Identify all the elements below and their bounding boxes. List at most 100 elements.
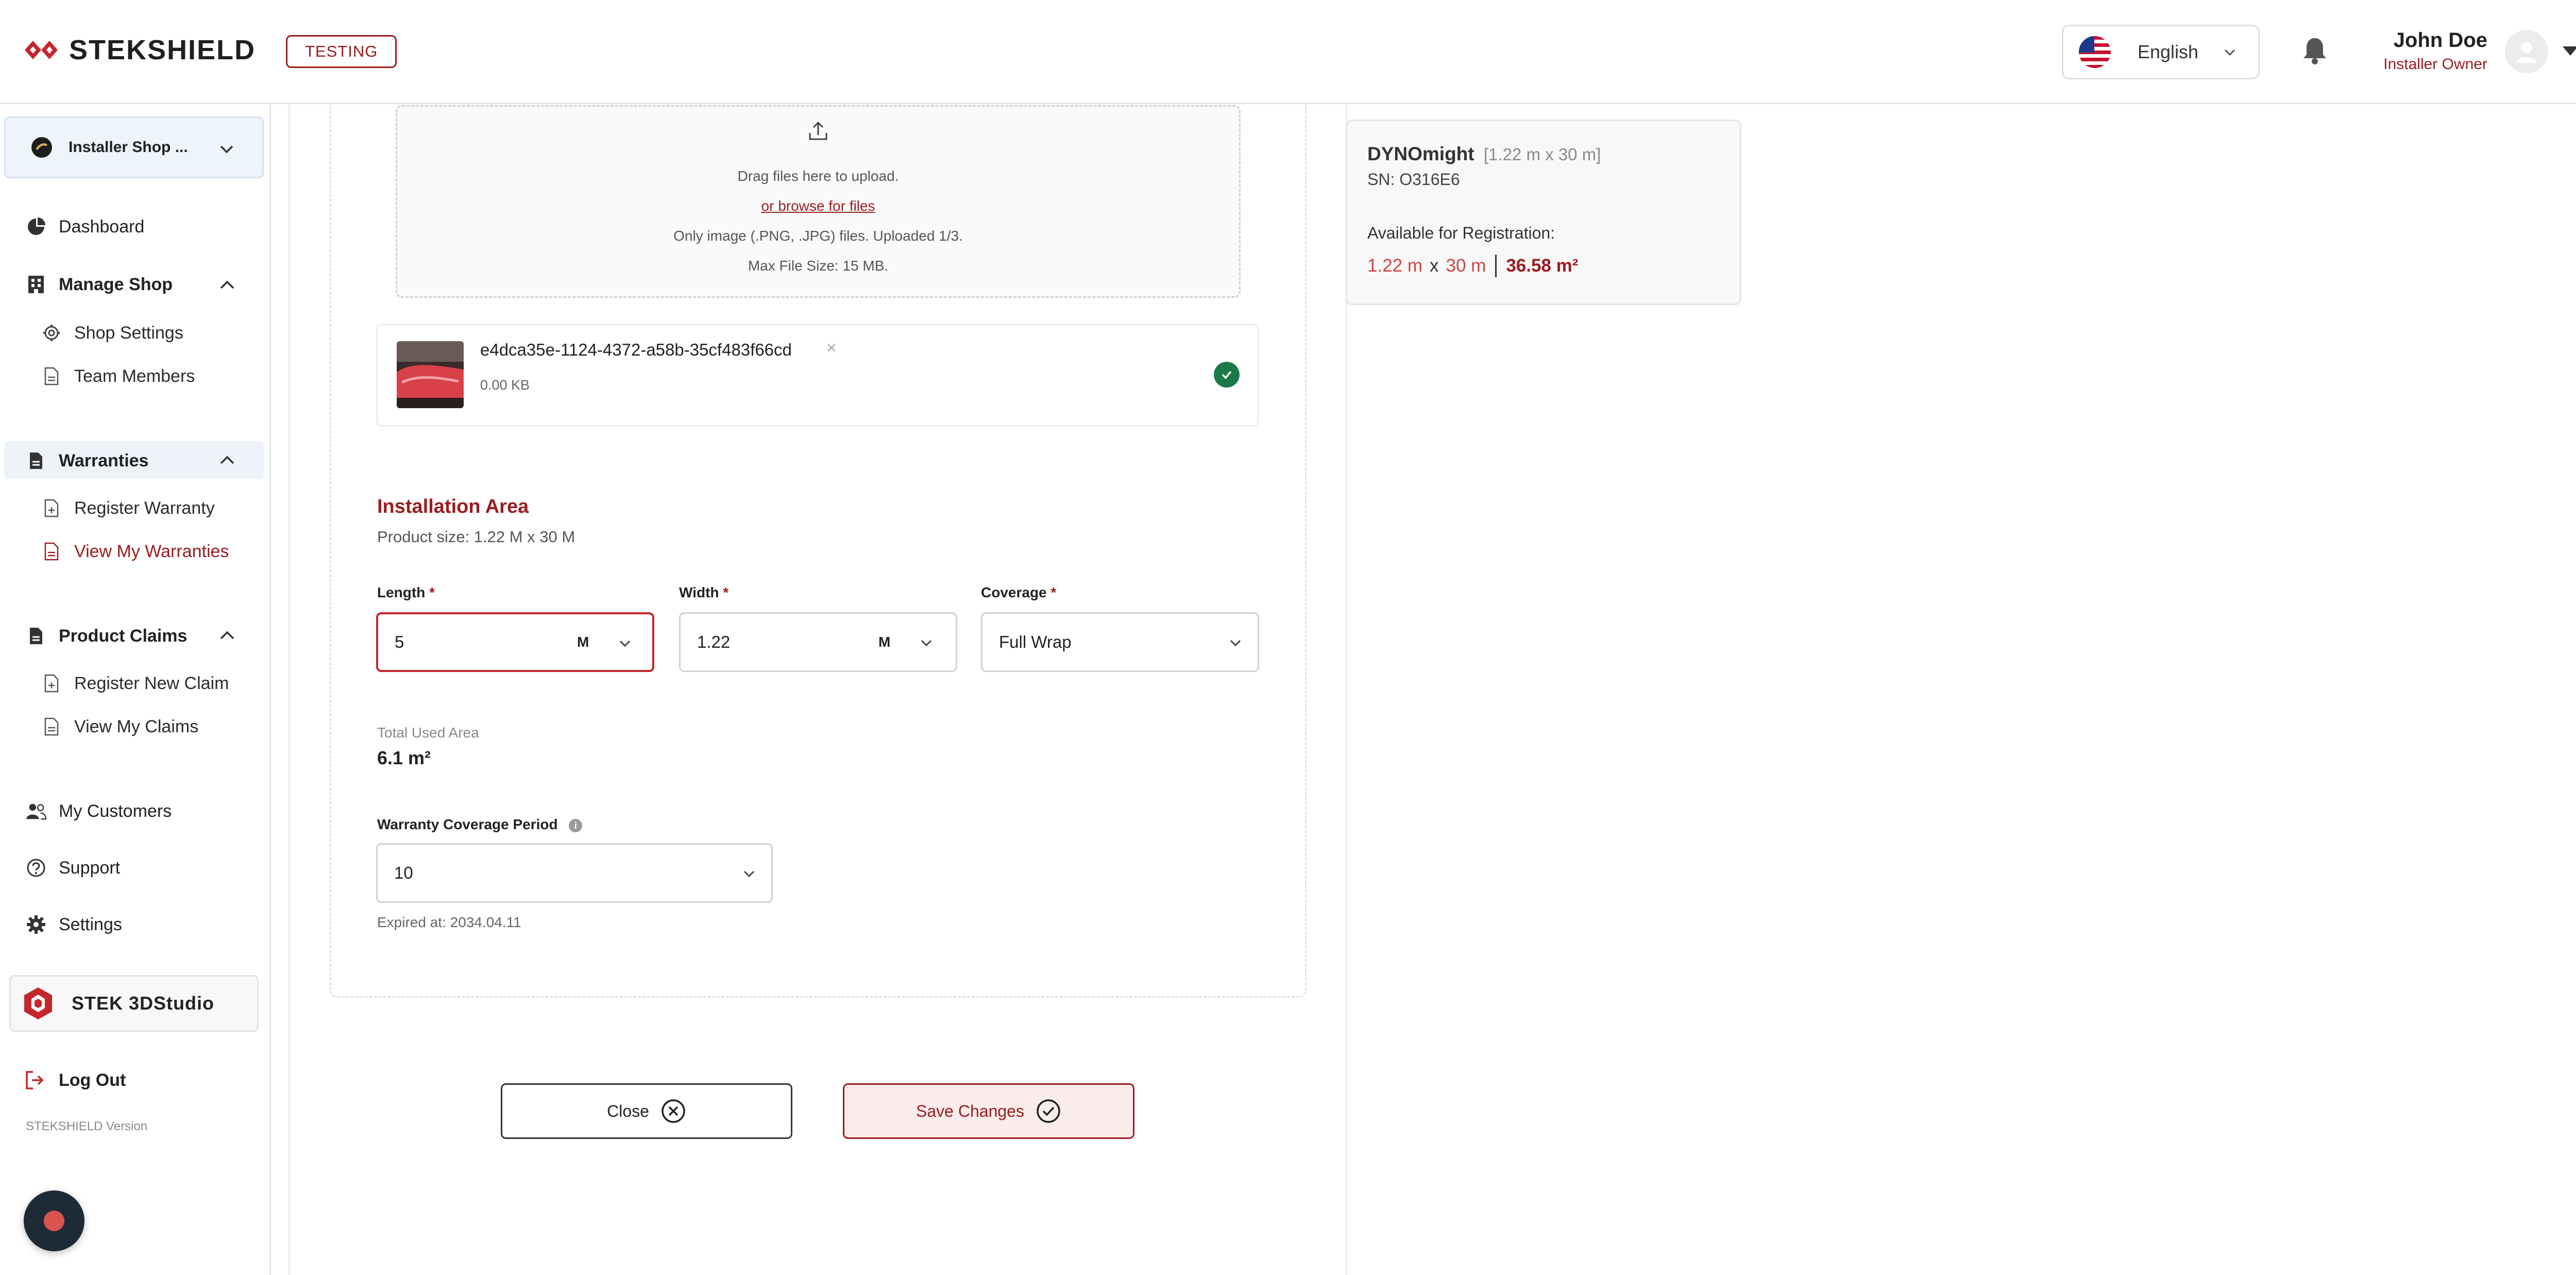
available-registration-label: Available for Registration:	[1367, 224, 1555, 242]
question-circle-icon	[26, 858, 46, 878]
sidebar-group-manage-shop[interactable]: Manage Shop	[26, 274, 173, 295]
building-icon	[26, 274, 46, 295]
uploaded-image-thumbnail[interactable]	[397, 341, 464, 408]
uploaded-file-item	[376, 324, 1259, 427]
warranty-period-select[interactable]: 10	[376, 843, 773, 903]
logout-label: Log Out	[59, 1070, 126, 1090]
sidebar-group-warranties[interactable]: Warranties	[26, 450, 148, 471]
sidebar-item-register-warranty[interactable]: Register Warranty	[41, 498, 215, 518]
sidebar-item-label: Dashboard	[59, 216, 145, 237]
uploaded-file-size: 0.00 KB	[480, 377, 530, 393]
stek-studio-logo-icon	[24, 987, 52, 1019]
upload-icon	[809, 121, 827, 140]
length-value: 5	[395, 632, 404, 651]
sidebar-item-team-members[interactable]: Team Members	[41, 366, 195, 387]
gear-icon	[41, 323, 62, 343]
total-used-area-label: Total Used Area	[377, 725, 479, 741]
sidebar-item-register-new-claim[interactable]: Register New Claim	[41, 673, 229, 694]
sidebar-item-shop-settings[interactable]: Shop Settings	[41, 323, 183, 343]
brand-logo[interactable]: STEKSHIELD	[23, 34, 256, 66]
sidebar-item-label: Settings	[59, 914, 122, 934]
chevron-up-icon[interactable]	[218, 628, 236, 643]
divider	[1495, 255, 1497, 277]
language-label: English	[2138, 41, 2199, 62]
sidebar-item-label: View My Warranties	[74, 541, 229, 561]
sidebar-item-label: Warranties	[59, 450, 149, 471]
check-circle-icon	[1037, 1099, 1060, 1123]
sidebar-item-dashboard[interactable]: Dashboard	[26, 216, 144, 237]
chevron-down-icon	[1230, 640, 1241, 647]
coverage-value: Full Wrap	[999, 632, 1072, 651]
shop-logo-icon	[31, 137, 52, 158]
length-unit-select[interactable]: M	[577, 634, 589, 650]
sidebar-item-label: My Customers	[59, 801, 172, 821]
users-icon	[26, 801, 46, 821]
record-fab-button[interactable]	[24, 1190, 84, 1251]
remove-file-icon[interactable]: ×	[826, 338, 837, 358]
sidebar-item-settings[interactable]: Settings	[26, 914, 122, 935]
stek-studio-label: STEK 3DStudio	[72, 993, 215, 1014]
required-mark: *	[1050, 584, 1057, 600]
language-select[interactable]: English	[2062, 25, 2260, 79]
content-divider	[289, 104, 290, 1275]
gear-icon	[26, 914, 46, 935]
sidebar-group-product-claims[interactable]: Product Claims	[26, 626, 187, 646]
length-label: Length *	[377, 584, 435, 601]
uploaded-file-name: e4dca35e-1124-4372-a58b-35cf483f66cd	[480, 340, 792, 359]
product-serial-number: SN: O316E6	[1367, 170, 1460, 189]
brand-name: STEKSHIELD	[69, 35, 256, 65]
document-icon	[41, 716, 62, 737]
sidebar-item-label: Support	[59, 858, 121, 878]
sidebar-item-label: Team Members	[74, 366, 195, 386]
total-used-area-value: 6.1 m²	[377, 747, 431, 768]
product-size-text: Product size: 1.22 M x 30 M	[377, 528, 575, 546]
browse-files-link[interactable]: or browse for files	[761, 198, 875, 214]
stekshield-logo-icon	[25, 41, 58, 59]
sidebar-item-label: Shop Settings	[74, 323, 183, 343]
top-header: STEKSHIELD TESTING English John Doe Inst…	[0, 0, 2576, 104]
chevron-up-icon[interactable]	[218, 452, 236, 468]
sidebar-item-label: Register Warranty	[74, 498, 215, 518]
caret-down-icon[interactable]	[2562, 45, 2576, 57]
sidebar-item-view-my-warranties[interactable]: View My Warranties	[41, 541, 229, 562]
stek-3dstudio-link[interactable]: STEK 3DStudio	[9, 975, 259, 1032]
width-unit-select[interactable]: M	[878, 634, 890, 650]
width-value: 1.22	[697, 632, 731, 651]
save-changes-button[interactable]: Save Changes	[843, 1083, 1134, 1139]
required-mark: *	[723, 584, 729, 600]
environment-badge: TESTING	[286, 35, 397, 68]
installation-area-title: Installation Area	[377, 496, 529, 517]
warranty-expiry-date: Expired at: 2034.04.11	[377, 914, 521, 930]
chevron-down-icon	[743, 870, 755, 878]
save-button-label: Save Changes	[916, 1101, 1024, 1120]
length-input[interactable]: 5 M	[376, 612, 654, 672]
chevron-down-icon[interactable]	[617, 636, 633, 651]
product-name-text: DYNOmight	[1367, 143, 1475, 164]
document-icon	[41, 366, 62, 387]
width-input[interactable]: 1.22 M	[679, 612, 957, 672]
chevron-down-icon[interactable]	[919, 635, 934, 651]
coverage-select[interactable]: Full Wrap	[981, 612, 1259, 672]
dropzone-file-types: Only image (.PNG, .JPG) files. Uploaded …	[673, 228, 963, 244]
info-icon[interactable]: i	[569, 818, 583, 832]
sidebar-item-view-my-claims[interactable]: View My Claims	[41, 716, 198, 737]
user-avatar-icon[interactable]	[2505, 30, 2548, 73]
user-role: Installer Owner	[2383, 56, 2487, 73]
sidebar-item-my-customers[interactable]: My Customers	[26, 801, 172, 821]
notification-bell-icon[interactable]	[2302, 36, 2328, 65]
product-name: DYNOmight [1.22 m x 30 m]	[1367, 143, 1601, 165]
sidebar-item-support[interactable]: Support	[26, 858, 120, 878]
sidebar-item-label: View My Claims	[74, 716, 199, 736]
available-total-area: 36.58 m²	[1506, 256, 1579, 276]
dropzone-max-size: Max File Size: 15 MB.	[748, 258, 889, 274]
logout-button[interactable]: Log Out	[25, 1070, 126, 1091]
chevron-up-icon[interactable]	[218, 277, 236, 293]
upload-success-check-icon	[1214, 362, 1240, 388]
shop-selector[interactable]: Installer Shop ...	[4, 116, 264, 178]
logout-icon	[26, 1071, 44, 1089]
shop-selector-label: Installer Shop ...	[69, 139, 188, 156]
required-mark: *	[429, 584, 435, 600]
record-dot-icon	[44, 1211, 64, 1231]
chevron-down-icon	[220, 145, 233, 154]
close-button[interactable]: Close	[501, 1083, 792, 1139]
